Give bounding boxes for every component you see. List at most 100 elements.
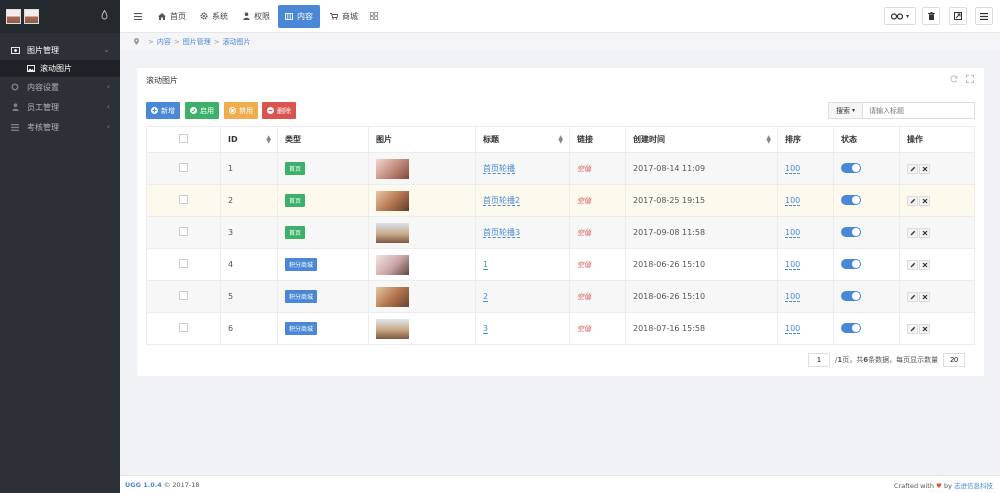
status-toggle[interactable] [841,226,861,237]
nav-system[interactable]: 系统 [200,0,228,32]
link-value[interactable]: 空值 [577,197,591,205]
add-button[interactable]: 新增 [146,102,180,119]
search-input[interactable] [863,102,975,119]
sidebar-item-staff[interactable]: 员工管理 ‹ [0,97,120,117]
table-row[interactable]: 1 首页 首页轮播 空值 2017-08-14 11:09 100 [146,152,975,185]
title-link[interactable]: 首页轮播3 [483,228,521,238]
trash-button[interactable] [922,7,940,25]
delete-button[interactable]: 删除 [262,102,296,119]
disable-button[interactable]: 禁用 [224,102,258,119]
link-value[interactable]: 空值 [577,229,591,237]
sort-icon[interactable]: ▲ ▼ [766,135,771,145]
nav-content[interactable]: 内容 [278,5,320,28]
row-checkbox[interactable] [179,195,188,204]
link-value[interactable]: 空值 [577,165,591,173]
sort-icon[interactable]: ▲ ▼ [558,135,563,145]
edit-button[interactable] [907,163,918,174]
table-row[interactable]: 6 积分商城 3 空值 2018-07-16 15:58 100 [146,312,975,345]
delete-row-button[interactable] [919,323,930,334]
status-cell [833,216,900,249]
table-row[interactable]: 4 积分商城 1 空值 2018-06-26 15:10 100 [146,248,975,281]
row-checkbox[interactable] [179,259,188,268]
status-toggle[interactable] [841,194,861,205]
sidebar-item-content-settings[interactable]: 内容设置 ‹ [0,77,120,97]
nav-permission[interactable]: 权限 [243,0,270,32]
sort-value[interactable]: 100 [785,228,801,238]
enable-button[interactable]: 启用 [185,102,219,119]
sort-icon[interactable]: ▲ ▼ [266,135,271,145]
water-drop-icon[interactable] [101,10,108,20]
table-row[interactable]: 3 首页 首页轮播3 空值 2017-09-08 11:58 100 [146,216,975,249]
status-toggle[interactable] [841,322,861,333]
delete-row-button[interactable] [919,195,930,206]
sort-value[interactable]: 100 [785,260,801,270]
created-time-cell: 2017-08-25 19:15 [625,184,778,217]
thumbnail-image[interactable] [376,254,409,275]
nav-mall[interactable]: 商城 [330,0,358,32]
sidebar-menu: 图片管理 ⌄ 滚动图片 内容设置 ‹ 员工管理 ‹ 考核管理 ‹ [0,33,120,137]
thumbnail-image[interactable] [376,318,409,339]
delete-row-button[interactable] [919,227,930,238]
sidebar-subitem-scroll-images[interactable]: 滚动图片 [0,60,120,77]
row-checkbox[interactable] [179,227,188,236]
sort-value[interactable]: 100 [785,324,801,334]
status-toggle[interactable] [841,290,861,301]
title-link[interactable]: 首页轮播2 [483,196,521,206]
link-cell: 空值 [569,152,626,185]
thumbnail-image[interactable] [376,190,409,211]
link-value[interactable]: 空值 [577,325,591,333]
company-link[interactable]: 志进信息科技 [954,482,993,490]
row-checkbox[interactable] [179,323,188,332]
language-dropdown-button[interactable]: ▾ [884,7,916,25]
edit-button[interactable] [907,291,918,302]
type-badge: 积分商城 [285,258,318,271]
fullscreen-icon[interactable] [966,75,974,83]
breadcrumb-item[interactable]: 内容 [157,37,171,47]
table-row[interactable]: 5 积分商城 2 空值 2018-06-26 15:10 100 [146,280,975,313]
status-toggle[interactable] [841,258,861,269]
delete-row-button[interactable] [919,291,930,302]
sidebar-item-label: 考核管理 [27,122,59,132]
nav-home[interactable]: 首页 [158,0,186,32]
edit-button[interactable] [907,323,918,334]
row-checkbox[interactable] [179,291,188,300]
sort-value[interactable]: 100 [785,292,801,302]
column-header-id[interactable]: ID ▲ ▼ [220,126,278,153]
row-checkbox[interactable] [179,163,188,172]
link-value[interactable]: 空值 [577,261,591,269]
thumbnail-image[interactable] [376,158,409,179]
breadcrumb-item[interactable]: 滚动图片 [223,37,251,47]
fullscreen-button[interactable] [949,7,967,25]
menu-toggle-button[interactable] [134,0,142,32]
search-dropdown-button[interactable]: 搜索 ▾ [828,102,863,119]
column-header-title[interactable]: 标题 ▲ ▼ [475,126,570,153]
page-size-input[interactable] [943,353,966,367]
page-number-input[interactable] [808,353,830,367]
title-link[interactable]: 2 [483,292,489,302]
apps-grid-button[interactable] [370,0,378,32]
breadcrumb-item[interactable]: 图片管理 [183,37,211,47]
thumbnail-image[interactable] [376,286,409,307]
sort-value[interactable]: 100 [785,196,801,206]
settings-panel-button[interactable] [975,7,993,25]
delete-row-button[interactable] [919,259,930,270]
thumbnail-image[interactable] [376,222,409,243]
table-row[interactable]: 2 首页 首页轮播2 空值 2017-08-25 19:15 100 [146,184,975,217]
sort-value[interactable]: 100 [785,164,801,174]
edit-button[interactable] [907,195,918,206]
title-link[interactable]: 首页轮播 [483,164,515,174]
enable-button-label: 启用 [200,106,214,115]
sidebar-item-assessment[interactable]: 考核管理 ‹ [0,117,120,137]
sidebar-item-image-manage[interactable]: 图片管理 ⌄ [0,40,120,60]
link-value[interactable]: 空值 [577,293,591,301]
delete-row-button[interactable] [919,163,930,174]
status-toggle[interactable] [841,162,861,173]
search-dropdown-label: 搜索 [835,106,850,115]
refresh-icon[interactable] [950,75,958,83]
edit-button[interactable] [907,259,918,270]
title-link[interactable]: 3 [483,324,489,334]
title-link[interactable]: 1 [483,260,489,270]
select-all-checkbox[interactable] [179,134,188,143]
edit-button[interactable] [907,227,918,238]
column-header-created[interactable]: 创建时间 ▲ ▼ [625,126,778,153]
